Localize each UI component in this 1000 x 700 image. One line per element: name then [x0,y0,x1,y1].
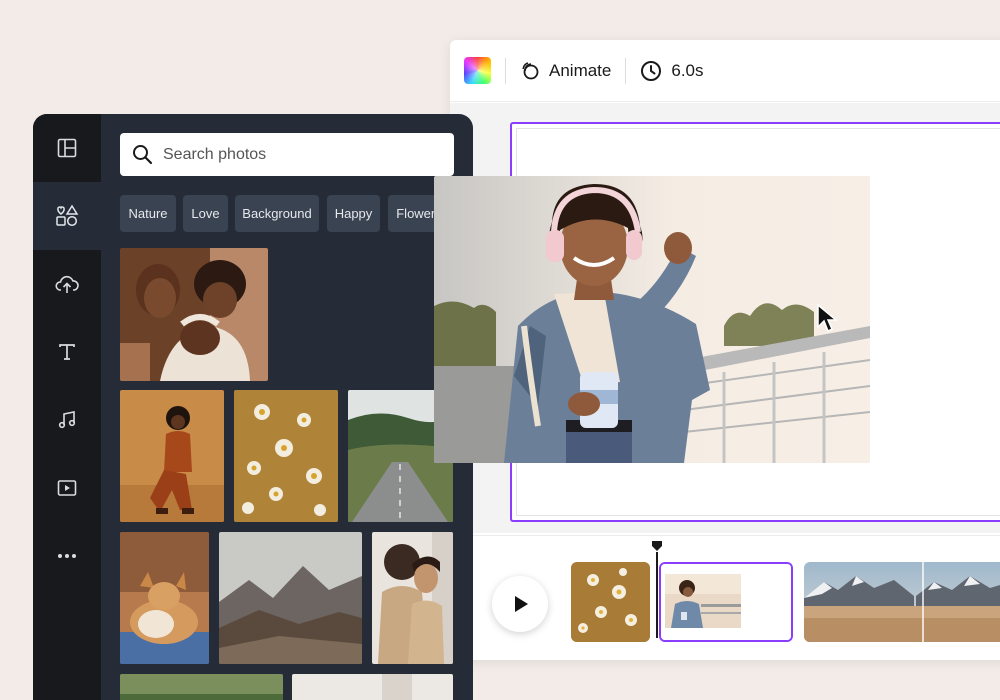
photo-couple-embrace[interactable] [372,532,453,664]
timeline-clip-daisies[interactable] [571,562,650,642]
side-rail [33,114,101,700]
clock-icon [640,60,662,82]
elements-icon [56,204,79,227]
chip-happy[interactable]: Happy [327,195,380,232]
photo-bright[interactable] [292,674,453,700]
animate-icon [520,61,540,81]
playhead-marker-icon[interactable] [652,541,662,551]
search-input[interactable] [163,145,433,164]
rail-item-uploads[interactable] [33,250,101,318]
text-icon [59,344,75,360]
timeline [450,535,1000,660]
playhead-line [656,552,658,638]
search-icon [133,145,153,165]
animate-label: Animate [549,60,612,80]
toolbar-divider [625,57,627,84]
photo-mountains[interactable] [219,532,362,664]
photo-woman-orange-outfit[interactable] [120,390,224,522]
toolbar-divider [505,57,506,84]
uploads-icon [55,275,79,293]
play-icon [515,596,528,612]
chip-love[interactable]: Love [183,195,228,232]
photo-family-baby[interactable] [120,248,268,381]
photo-daisies[interactable] [234,390,338,522]
chip-background[interactable]: Background [235,195,319,232]
photos-panel: Nature Love Background Happy Flowers [33,114,473,700]
rail-item-templates[interactable] [33,114,101,182]
rail-item-audio[interactable] [33,386,101,454]
timeline-clip-mountains[interactable] [804,562,1000,642]
rail-item-more[interactable] [33,522,101,590]
chip-nature[interactable]: Nature [120,195,176,232]
duration-label: 6.0s [671,60,704,80]
editor-toolbar: Animate 6.0s [450,40,1000,102]
dragged-photo-woman-headphones[interactable] [434,176,870,463]
rail-item-video[interactable] [33,454,101,522]
templates-icon [57,138,77,158]
rail-item-text[interactable] [33,318,101,386]
color-picker-icon[interactable] [464,57,491,84]
play-button[interactable] [492,576,548,632]
photo-corgi[interactable] [120,532,209,664]
rail-item-elements[interactable] [33,182,101,250]
mouse-cursor-icon [817,303,838,333]
duration-button[interactable]: 6.0s [640,60,704,82]
photo-grass[interactable] [120,674,283,700]
category-chips: Nature Love Background Happy Flowers [120,195,470,232]
search-box[interactable] [120,133,454,176]
animate-button[interactable]: Animate [520,61,611,81]
video-icon [57,480,77,496]
timeline-clip-woman-headphones[interactable] [659,562,793,642]
more-icon [58,554,76,558]
audio-icon [58,411,76,429]
